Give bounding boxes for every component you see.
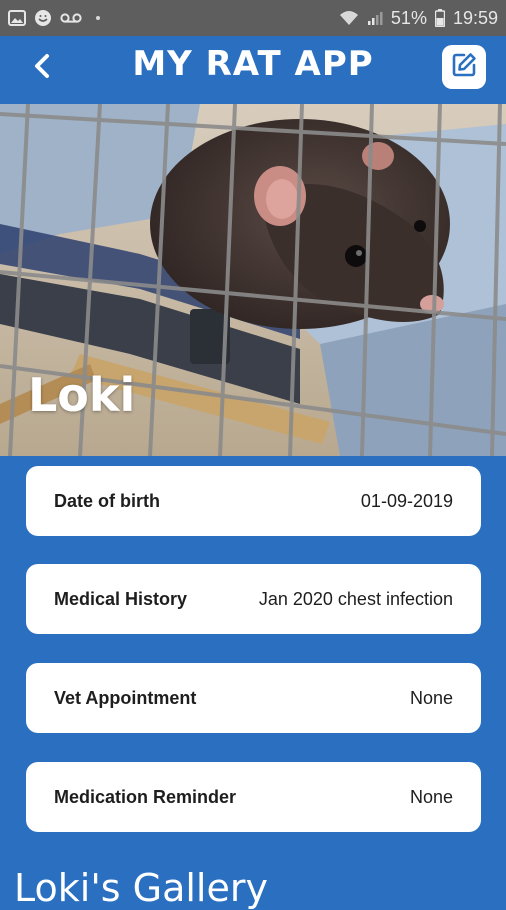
wifi-icon xyxy=(339,10,359,26)
detail-label: Medication Reminder xyxy=(54,786,237,807)
voicemail-icon xyxy=(60,12,82,24)
smiley-icon xyxy=(34,9,52,27)
status-bar: 51% 19:59 xyxy=(0,0,506,36)
battery-icon xyxy=(434,9,445,27)
detail-label: Vet Appointment xyxy=(54,687,197,708)
detail-label: Date of birth xyxy=(54,490,160,511)
detail-value: None xyxy=(409,786,453,807)
status-bar-left xyxy=(8,9,100,27)
gallery-title: Loki's Gallery xyxy=(14,866,268,910)
app-bar: MY RAT APP xyxy=(0,36,506,104)
notification-dot-icon xyxy=(96,16,100,20)
app-title: MY RAT APP xyxy=(132,44,374,84)
edit-icon xyxy=(450,51,478,84)
detail-value: 01-09-2019 xyxy=(360,490,453,511)
pet-photo: Loki xyxy=(0,104,506,456)
detail-card-medical-history[interactable]: Medical History Jan 2020 chest infection xyxy=(26,564,481,634)
detail-label: Medical History xyxy=(54,588,188,609)
detail-value: None xyxy=(409,687,453,708)
detail-card-medication-reminder[interactable]: Medication Reminder None xyxy=(26,762,481,832)
status-bar-right: 51% 19:59 xyxy=(339,8,498,29)
clock-time: 19:59 xyxy=(452,7,498,28)
detail-card-date-of-birth[interactable]: Date of birth 01-09-2019 xyxy=(26,466,481,536)
pet-name: Loki xyxy=(28,368,136,422)
signal-icon xyxy=(367,10,383,26)
detail-value: Jan 2020 chest infection xyxy=(258,588,453,609)
edit-button[interactable] xyxy=(442,45,486,89)
detail-card-vet-appointment[interactable]: Vet Appointment None xyxy=(26,663,481,733)
battery-percent: 51% xyxy=(390,7,427,28)
image-icon xyxy=(8,10,26,26)
